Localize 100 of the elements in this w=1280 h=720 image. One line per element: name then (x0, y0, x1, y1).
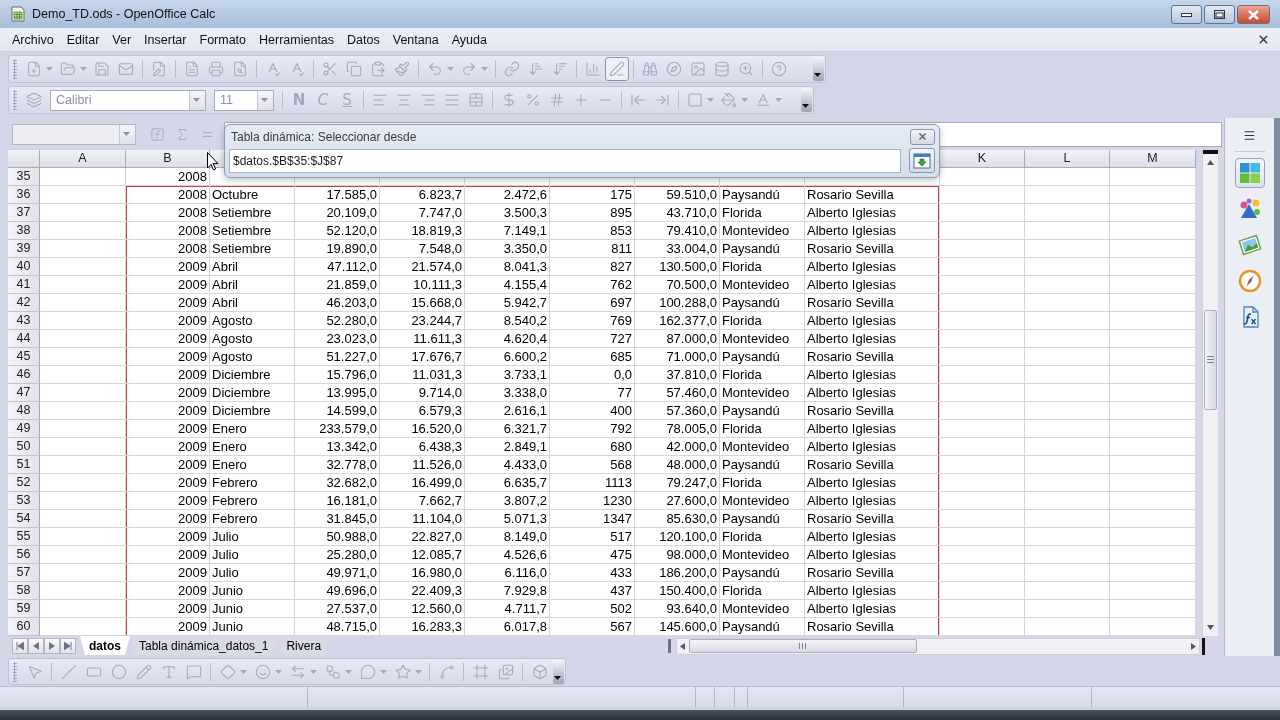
menu-item[interactable]: Ayuda (449, 31, 489, 48)
row-header: 59 (8, 600, 40, 618)
tab-split-handle[interactable] (668, 639, 671, 653)
table-cell: 5.942,7 (465, 294, 550, 312)
row-header: 39 (8, 240, 40, 258)
maximize-button[interactable] (1204, 5, 1235, 24)
table-cell: Alberto Iglesias (805, 312, 940, 330)
table-cell: 71.000,0 (635, 348, 720, 366)
menu-item[interactable]: Herramientas (257, 31, 337, 48)
range-input[interactable]: $datos.$B$35:$J$87 (229, 148, 901, 173)
dialog-title: Tabla dinámica: Seleccionar desde (230, 129, 417, 144)
table-cell: 827 (550, 258, 635, 276)
menu-item[interactable]: Formato (197, 31, 249, 48)
table-cell: 2008 (126, 240, 210, 258)
row-header: 42 (8, 294, 40, 312)
split-handle[interactable] (1203, 150, 1218, 154)
shrink-button[interactable] (909, 148, 935, 173)
table-cell: Montevideo (720, 222, 805, 240)
table-cell: 2008 (126, 222, 210, 240)
table-cell: Enero (210, 420, 295, 438)
row-header: 56 (8, 546, 40, 564)
menu-item[interactable]: Editar (64, 31, 102, 48)
table-cell: Alberto Iglesias (805, 438, 940, 456)
previous-sheet-button[interactable] (28, 638, 44, 654)
triangle-right-icon (49, 642, 55, 650)
table-cell: 49.971,0 (295, 564, 380, 582)
table-cell: 21.574,0 (380, 258, 465, 276)
table-cell: 895 (550, 204, 635, 222)
close-button[interactable] (910, 128, 935, 145)
row-header: 41 (8, 276, 40, 294)
table-cell: 49.696,0 (295, 582, 380, 600)
table-cell: Rosario Sevilla (805, 564, 940, 582)
table-cell: 27.537,0 (295, 600, 380, 618)
first-sheet-button[interactable] (12, 638, 28, 654)
table-cell: Alberto Iglesias (805, 474, 940, 492)
menu-item[interactable]: Archivo (10, 31, 56, 48)
table-cell: Rosario Sevilla (805, 456, 940, 474)
table-cell: 145.600,0 (635, 618, 720, 636)
scrollbar-thumb[interactable] (1204, 310, 1217, 410)
table-cell: 2009 (126, 294, 210, 312)
row-header: 54 (8, 510, 40, 528)
table-cell: Setiembre (210, 240, 295, 258)
minimize-button[interactable] (1171, 5, 1202, 24)
next-sheet-button[interactable] (44, 638, 60, 654)
table-cell: 2009 (126, 312, 210, 330)
triangle-down-icon[interactable] (1207, 625, 1214, 630)
table-cell: Enero (210, 438, 295, 456)
table-cell: 59.510,0 (635, 186, 720, 204)
select-all-corner[interactable] (8, 150, 40, 168)
scrollbar-thumb[interactable] (689, 639, 917, 653)
table-cell: Paysandú (720, 240, 805, 258)
table-cell: Florida (720, 204, 805, 222)
menu-item[interactable]: Ver (110, 31, 134, 48)
table-cell: 6.579,3 (380, 402, 465, 420)
table-cell: Rosario Sevilla (805, 402, 940, 420)
table-cell: 762 (550, 276, 635, 294)
menu-item[interactable]: Ventana (390, 31, 441, 48)
triangle-up-icon[interactable] (1207, 160, 1214, 165)
table-cell: Alberto Iglesias (805, 528, 940, 546)
table-cell: 37.810,0 (635, 366, 720, 384)
caret-down-icon (801, 104, 809, 108)
table-cell: Diciembre (210, 366, 295, 384)
split-handle[interactable] (1202, 637, 1205, 655)
menu-item[interactable]: Datos (345, 31, 382, 48)
table-cell: Febrero (210, 510, 295, 528)
sum-icon[interactable] (175, 126, 190, 142)
table-cell: 2009 (126, 330, 210, 348)
table-cell: 8.149,0 (465, 528, 550, 546)
last-sheet-button[interactable] (60, 638, 76, 654)
table-cell: Diciembre (210, 384, 295, 402)
table-cell: Paysandú (720, 186, 805, 204)
row-header: 52 (8, 474, 40, 492)
sheet-tab[interactable]: datos (80, 636, 130, 655)
sheet-tab[interactable]: Tabla dinámica_datos_1 (130, 636, 278, 655)
table-cell: 2009 (126, 276, 210, 294)
function-icon[interactable] (150, 126, 165, 142)
table-cell: Rosario Sevilla (805, 186, 940, 204)
table-cell: 6.321,7 (465, 420, 550, 438)
table-cell: Montevideo (720, 384, 805, 402)
table-cell: 175 (550, 186, 635, 204)
triangle-right-icon[interactable] (1191, 642, 1196, 650)
table-cell: Agosto (210, 330, 295, 348)
table-cell: Octubre (210, 186, 295, 204)
table-cell: 9.714,0 (380, 384, 465, 402)
triangle-left-icon[interactable] (680, 642, 685, 650)
table-cell: 130.500,0 (635, 258, 720, 276)
caret-down-icon (192, 98, 200, 102)
close-button[interactable] (1237, 5, 1270, 24)
row-header: 45 (8, 348, 40, 366)
horizontal-scrollbar[interactable] (676, 637, 1200, 655)
table-cell: 100.288,0 (635, 294, 720, 312)
vertical-scrollbar[interactable] (1202, 150, 1218, 636)
menu-item[interactable]: Insertar (142, 31, 189, 48)
table-cell: 1230 (550, 492, 635, 510)
table-cell: 51.227,0 (295, 348, 380, 366)
table-cell: Florida (720, 258, 805, 276)
sheet-tab[interactable]: Rivera (277, 636, 331, 655)
table-cell: Abril (210, 294, 295, 312)
sidebar-tab[interactable] (1234, 158, 1265, 188)
table-cell: Paysandú (720, 456, 805, 474)
